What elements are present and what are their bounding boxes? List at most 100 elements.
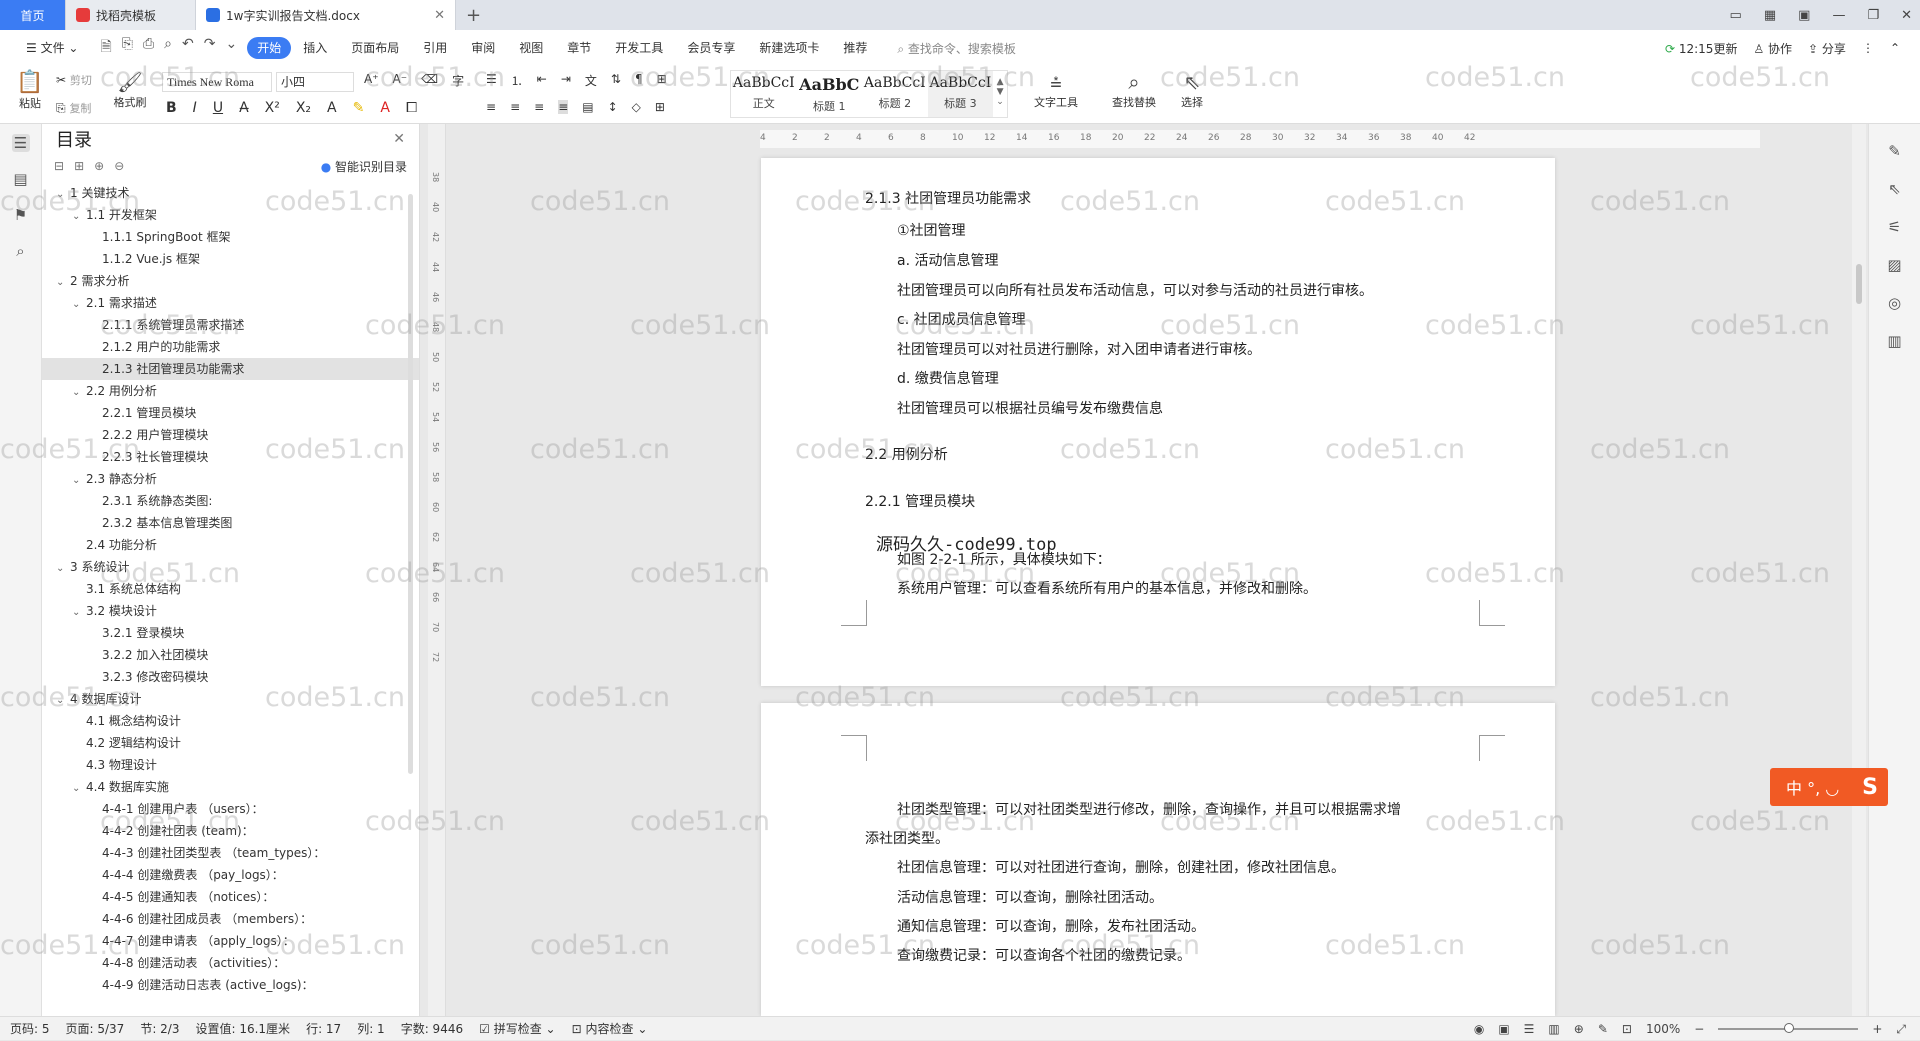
update-status[interactable]: ⟳ 12:15更新 <box>1665 40 1737 57</box>
select-button[interactable]: ⇖ 选择 <box>1172 70 1212 110</box>
edit-icon[interactable]: ✎ <box>1885 142 1905 162</box>
show-marks-icon[interactable]: ¶ <box>635 72 643 89</box>
toc-item[interactable]: 3.2.2 加入社团模块 <box>42 644 419 666</box>
increase-indent-icon[interactable]: ⇥ <box>561 72 571 89</box>
collapse-all-icon[interactable]: ⊟ <box>54 159 64 173</box>
save-icon[interactable]: 🗎 <box>100 36 111 60</box>
page-2[interactable]: 社团类型管理：可以对社团类型进行修改，删除，查询操作，并且可以根据需求增 添社团类… <box>761 703 1555 1016</box>
cut-button[interactable]: ✂ 剪切 <box>56 72 92 88</box>
menu-item-developer[interactable]: 开发工具 <box>603 37 675 59</box>
chevron-down-icon[interactable]: ⌄ <box>72 206 86 228</box>
toc-item[interactable]: 4-4-6 创建社团成员表 （members）： <box>42 908 419 930</box>
export-icon[interactable]: ⎘ <box>122 36 133 60</box>
table-tools-icon[interactable]: ⊞ <box>657 72 667 89</box>
menu-item-section[interactable]: 章节 <box>555 37 603 59</box>
toc-item[interactable]: 4-4-4 创建缴费表 （pay_logs）： <box>42 864 419 886</box>
font-color-icon[interactable]: A <box>380 100 390 116</box>
expand-all-icon[interactable]: ⊞ <box>74 159 84 173</box>
page-1[interactable]: 2.1.3 社团管理员功能需求 ①社团管理 a. 活动信息管理 社团管理员可以向所有社… <box>761 158 1555 686</box>
toc-panel-icon[interactable]: ☰ <box>11 134 30 152</box>
toc-item[interactable]: ⌄ 1.1 开发框架 <box>42 204 419 226</box>
find-replace-button[interactable]: ⌕ 查找替换 <box>1104 70 1164 110</box>
grid-icon[interactable]: ▦ <box>1764 8 1776 23</box>
outline-view-icon[interactable]: ☰ <box>1524 1022 1535 1036</box>
menu-item-view[interactable]: 视图 <box>507 37 555 59</box>
fullscreen-icon[interactable]: ⤢ <box>1896 1022 1906 1037</box>
status-words[interactable]: 字数: 9446 <box>401 1020 463 1037</box>
scroll-thumb[interactable] <box>1856 264 1862 304</box>
web-view-icon[interactable]: ⊕ <box>1574 1022 1584 1036</box>
toc-item[interactable]: 4-4-9 创建活动日志表 (active_logs)： <box>42 974 419 996</box>
add-item-icon[interactable]: ⊕ <box>94 159 104 173</box>
zoom-level[interactable]: 100% <box>1646 1022 1680 1036</box>
paste-button[interactable]: 📋 粘贴 <box>14 70 46 111</box>
copy-button[interactable]: ⎘ 复制 <box>56 100 91 116</box>
collab-button[interactable]: ♙ 协作 <box>1753 40 1792 57</box>
phonetic-icon[interactable]: 字 <box>452 72 464 89</box>
toc-item[interactable]: 2.1.2 用户的功能需求 <box>42 336 419 358</box>
align-left-icon[interactable]: ≡ <box>486 100 496 114</box>
toc-item[interactable]: ⌄ 4.4 数据库实施 <box>42 776 419 798</box>
text-tools-button[interactable]: ⩮ 文字工具 <box>1026 70 1086 110</box>
borders-icon[interactable]: ⊞ <box>655 100 665 114</box>
toc-item[interactable]: 1.1.1 SpringBoot 框架 <box>42 226 419 248</box>
avatar[interactable]: ▣ <box>1798 8 1810 23</box>
menu-item-references[interactable]: 引用 <box>411 37 459 59</box>
location-icon[interactable]: ◎ <box>1885 294 1905 314</box>
zoom-slider[interactable] <box>1718 1023 1859 1033</box>
chinese-layout-icon[interactable]: 文 <box>585 72 597 89</box>
toc-item[interactable]: ⌄ 3 系统设计 <box>42 556 419 578</box>
collapse-ribbon-icon[interactable]: ⌃ <box>1890 41 1900 55</box>
align-right-icon[interactable]: ≡ <box>534 100 544 114</box>
toc-item[interactable]: 2.2.3 社长管理模块 <box>42 446 419 468</box>
chevron-down-icon[interactable]: ⌄ <box>56 558 70 580</box>
close-icon[interactable]: ✕ <box>393 131 405 147</box>
toc-item[interactable]: 4-4-1 创建用户表 （users）： <box>42 798 419 820</box>
settings-sliders-icon[interactable]: ⚟ <box>1885 218 1905 238</box>
toc-item[interactable]: 4.2 逻辑结构设计 <box>42 732 419 754</box>
align-center-icon[interactable]: ≡ <box>510 100 520 114</box>
tab-document[interactable]: 1w字实训报告文档.docx ✕ <box>196 0 456 30</box>
chevron-down-icon[interactable]: ⌄ <box>56 690 70 712</box>
decrease-indent-icon[interactable]: ⇤ <box>537 72 547 89</box>
line-spacing-icon[interactable]: ↕ <box>608 100 618 114</box>
share-button[interactable]: ⇪ 分享 <box>1808 40 1846 57</box>
status-page[interactable]: 页面: 5/37 <box>66 1020 125 1037</box>
menu-item-home[interactable]: 开始 <box>247 37 292 59</box>
toc-item[interactable]: 2.4 功能分析 <box>42 534 419 556</box>
italic-icon[interactable]: I <box>193 100 197 116</box>
toc-item[interactable]: 4.3 物理设计 <box>42 754 419 776</box>
document-scrollbar[interactable] <box>1852 124 1866 1016</box>
style-heading-1[interactable]: AaBbC 标题 1 <box>797 71 863 117</box>
menu-item-insert[interactable]: 插入 <box>291 37 339 59</box>
chevron-down-icon[interactable]: ⌄ <box>225 36 237 60</box>
toc-item[interactable]: ⌄ 1 关键技术 <box>42 182 419 204</box>
subscript-icon[interactable]: X₂ <box>296 100 311 116</box>
ime-toolbar[interactable]: 中 °, ◡ S <box>1770 768 1888 806</box>
toc-item[interactable]: 4-4-2 创建社团表 (team)： <box>42 820 419 842</box>
new-tab-icon[interactable]: + <box>456 0 491 30</box>
toc-item[interactable]: 2.1.3 社团管理员功能需求 <box>42 358 419 380</box>
image-icon[interactable]: ▨ <box>1885 256 1905 276</box>
shrink-font-icon[interactable]: A⁻ <box>393 72 408 89</box>
toc-item[interactable]: 3.2.1 登录模块 <box>42 622 419 644</box>
status-section[interactable]: 节: 2/3 <box>140 1020 179 1037</box>
more-icon[interactable]: ⋮ <box>1862 41 1874 55</box>
read-view-icon[interactable]: ▥ <box>1548 1022 1559 1036</box>
toc-item[interactable]: ⌄ 2 需求分析 <box>42 270 419 292</box>
toc-item[interactable]: 3.1 系统总体结构 <box>42 578 419 600</box>
shading-icon[interactable]: ◇ <box>632 100 641 114</box>
navigation-icon[interactable]: ▤ <box>12 170 30 188</box>
chevron-down-icon[interactable]: ⌄ <box>72 294 86 316</box>
close-window-icon[interactable]: ✕ <box>1901 8 1912 23</box>
minimize-icon[interactable]: — <box>1832 8 1845 23</box>
toc-item[interactable]: 2.3.1 系统静态类图: <box>42 490 419 512</box>
smart-toc-button[interactable]: ● 智能识别目录 <box>321 158 407 175</box>
toc-item[interactable]: ⌄ 4 数据库设计 <box>42 688 419 710</box>
toc-item[interactable]: 4-4-3 创建社团类型表 （team_types）： <box>42 842 419 864</box>
redo-icon[interactable]: ↷ <box>204 36 216 60</box>
menu-item-new-tab[interactable]: 新建选项卡 <box>747 37 831 59</box>
book-icon[interactable]: ▥ <box>1885 332 1905 352</box>
restore-icon[interactable]: ❐ <box>1867 8 1879 23</box>
char-border-icon[interactable]: ⧠ <box>406 100 417 116</box>
